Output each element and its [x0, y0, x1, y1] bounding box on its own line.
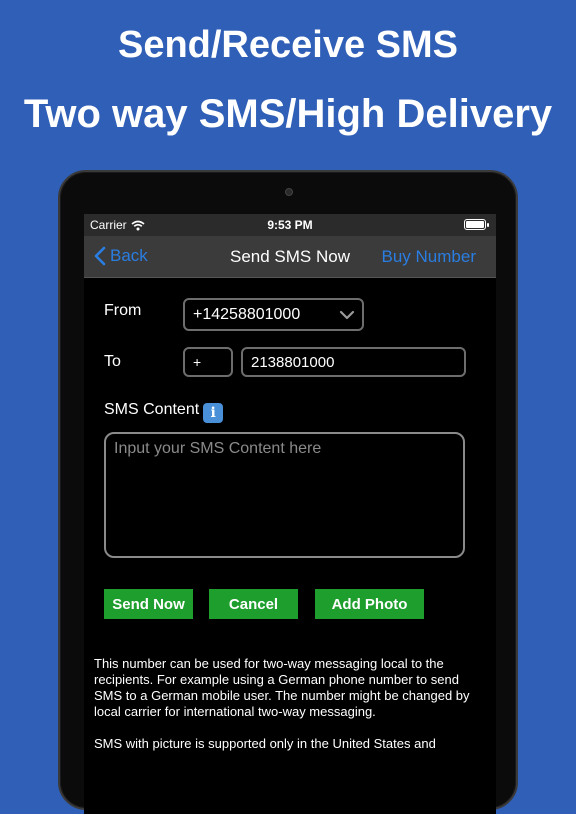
from-number-select[interactable]: +14258801000 — [183, 298, 364, 331]
info-paragraph: This number can be used for two-way mess… — [94, 656, 470, 719]
battery-icon — [464, 219, 489, 230]
app-screen: Carrier 9:53 PM Back Send SMS Now Buy Nu… — [84, 214, 496, 814]
info-icon[interactable]: i — [203, 403, 224, 423]
sms-content-textarea[interactable]: Input your SMS Content here — [104, 432, 465, 558]
tablet-frame: Carrier 9:53 PM Back Send SMS Now Buy Nu… — [58, 170, 518, 814]
promo-subheadline: Two way SMS/High Delivery — [23, 92, 553, 136]
to-label: To — [104, 353, 121, 370]
sms-content-placeholder: Input your SMS Content here — [114, 440, 322, 457]
from-label: From — [104, 302, 142, 319]
status-time: 9:53 PM — [267, 218, 313, 232]
from-number-value: +14258801000 — [193, 305, 301, 323]
send-now-button[interactable]: Send Now — [104, 589, 193, 619]
to-number-input[interactable]: 2138801000 — [241, 347, 466, 377]
navigation-bar: Back Send SMS Now Buy Number — [84, 236, 496, 278]
country-code-value: + — [193, 354, 202, 370]
send-sms-form: From +14258801000 To + 2138801000 SMS Co… — [84, 278, 496, 814]
sms-content-label: SMS Content — [104, 401, 200, 418]
info-paragraph: SMS with picture is supported only in th… — [94, 736, 436, 751]
country-code-input[interactable]: + — [183, 347, 233, 377]
chevron-down-icon — [339, 310, 355, 320]
status-bar: Carrier 9:53 PM — [84, 214, 496, 236]
to-number-value: 2138801000 — [251, 353, 335, 371]
promo-headline: Send/Receive SMS — [117, 24, 459, 66]
camera-dot — [285, 188, 293, 196]
sms-content-label-row: SMS Content i — [104, 401, 224, 423]
cancel-button[interactable]: Cancel — [209, 589, 298, 619]
buy-number-button[interactable]: Buy Number — [382, 247, 476, 267]
add-photo-button[interactable]: Add Photo — [315, 589, 424, 619]
info-text: This number can be used for two-way mess… — [94, 656, 490, 768]
